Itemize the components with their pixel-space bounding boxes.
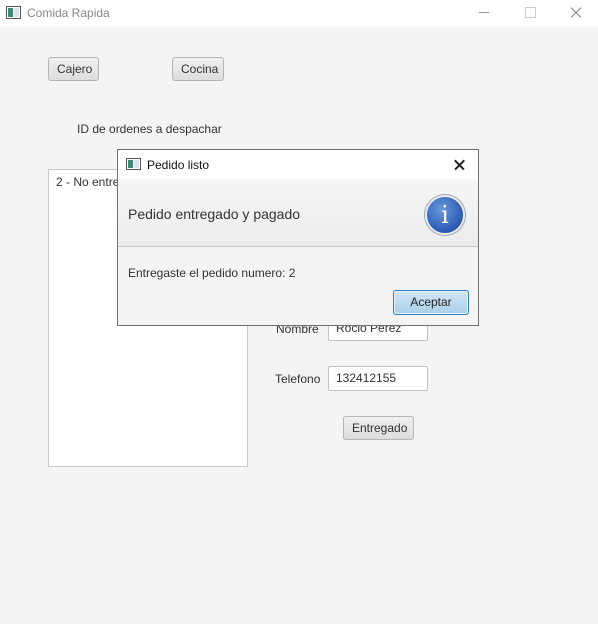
dialog-content-text: Entregaste el pedido numero: 2 (128, 266, 296, 280)
close-button[interactable] (552, 0, 598, 27)
telefono-field[interactable]: 132412155 (328, 366, 428, 391)
app-icon (6, 6, 21, 19)
app-icon (126, 158, 141, 170)
minimize-button[interactable] (461, 0, 507, 27)
window-titlebar[interactable]: Comida Rapida (0, 0, 598, 27)
dialog-header: Pedido entregado y pagado i (118, 179, 478, 247)
aceptar-button[interactable]: Aceptar (393, 290, 469, 315)
info-icon: i (425, 195, 465, 235)
maximize-button[interactable] (507, 0, 553, 27)
window-title: Comida Rapida (27, 6, 110, 20)
dialog-titlebar[interactable]: Pedido listo (118, 150, 478, 179)
pedido-listo-dialog: Pedido listo Pedido entregado y pagado i… (117, 149, 479, 326)
close-icon[interactable] (448, 154, 472, 174)
cocina-button[interactable]: Cocina (172, 57, 224, 81)
dialog-header-text: Pedido entregado y pagado (128, 206, 301, 222)
orders-heading: ID de ordenes a despachar (77, 122, 222, 136)
cajero-button[interactable]: Cajero (48, 57, 99, 81)
dialog-title: Pedido listo (147, 158, 210, 172)
telefono-label: Telefono (275, 372, 321, 386)
entregado-button[interactable]: Entregado (343, 416, 414, 440)
